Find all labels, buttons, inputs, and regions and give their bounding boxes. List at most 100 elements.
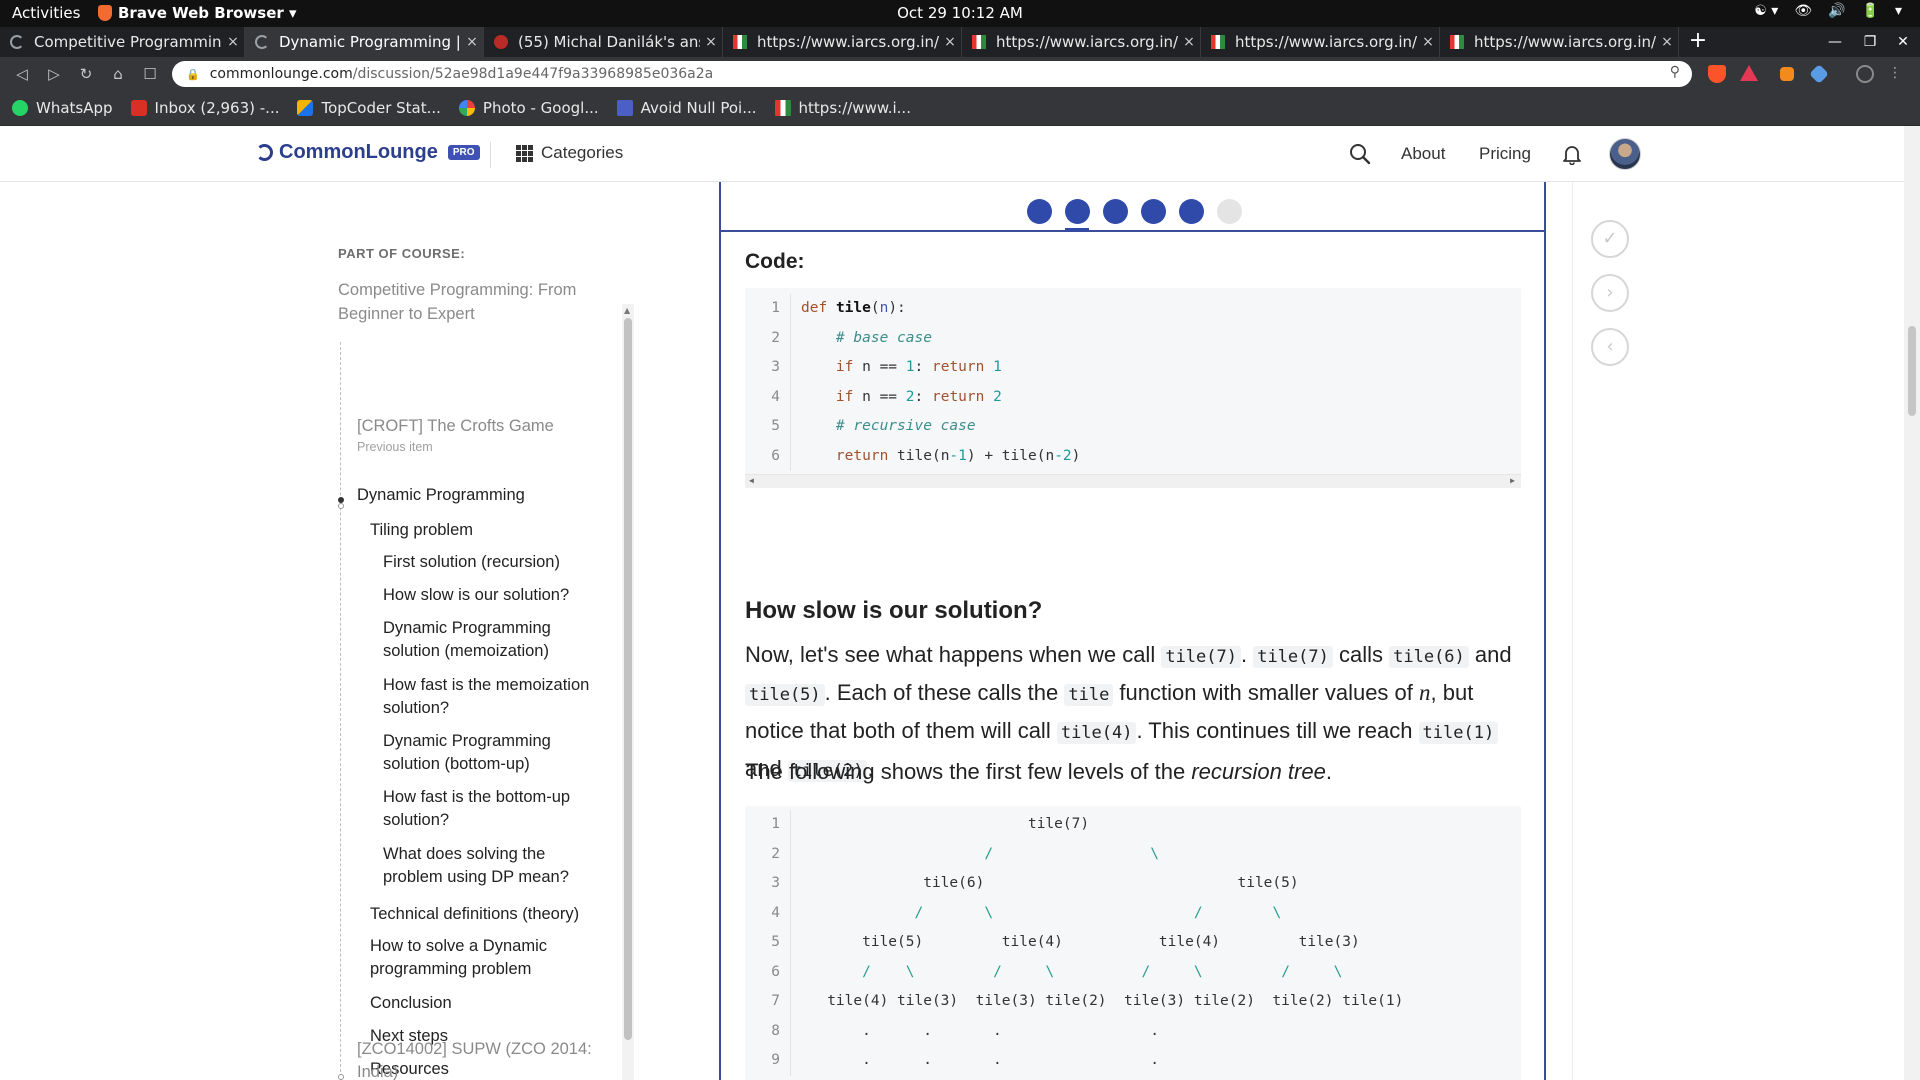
current-step-indicator xyxy=(1065,228,1089,231)
close-tab-icon[interactable]: × xyxy=(1417,34,1439,50)
volume-icon[interactable]: 🔊 xyxy=(1828,3,1845,19)
code-block: 1 def tile(n): 2 # base case 3 if n == 1… xyxy=(745,288,1521,488)
profile-icon[interactable] xyxy=(1856,65,1874,83)
back-icon[interactable]: ◁ xyxy=(10,63,34,85)
text-run: . This continues till we reach xyxy=(1136,718,1419,743)
close-tab-icon[interactable]: × xyxy=(461,34,483,50)
sidebar-scroll-thumb[interactable] xyxy=(624,318,632,1040)
home-icon[interactable]: ⌂ xyxy=(106,63,130,85)
page-scroll-thumb[interactable] xyxy=(1908,326,1916,416)
battery-icon[interactable]: 🔋 xyxy=(1862,3,1879,19)
tab-iarcs-1[interactable]: https://www.iarcs.org.in/i × xyxy=(723,27,962,57)
tab-iarcs-3[interactable]: https://www.iarcs.org.in/i × xyxy=(1201,27,1440,57)
next-item-button[interactable]: › xyxy=(1591,274,1629,312)
sidebar-section-bottom-up-speed[interactable]: How fast is the bottom-up solution? xyxy=(383,786,603,832)
bookmark-topcoder[interactable]: TopCoder Stat... xyxy=(297,99,441,117)
restore-button[interactable]: ❐ xyxy=(1855,27,1885,57)
extension-icon[interactable] xyxy=(1780,67,1794,81)
close-tab-icon[interactable]: × xyxy=(939,34,961,50)
sidebar-section-tiling-problem[interactable]: Tiling problem xyxy=(370,519,610,542)
sidebar-scrollbar[interactable]: ▲ xyxy=(622,304,634,1080)
eye-indicator-icon[interactable]: 👁 xyxy=(1794,3,1812,19)
scroll-right-icon[interactable]: ▶ xyxy=(1510,476,1515,485)
system-tray[interactable]: ☯ ▾ 👁 🔊 🔋 ▾ xyxy=(1754,3,1902,19)
tab-competitive-programming[interactable]: Competitive Programming × xyxy=(0,27,245,57)
sidebar-section-memoization-speed[interactable]: How fast is the memoization solution? xyxy=(383,674,603,720)
line-number: 1 xyxy=(745,810,791,840)
bookmark-iarcs[interactable]: https://www.i... xyxy=(774,99,911,117)
bookmark-page-icon[interactable]: ☐ xyxy=(138,63,162,85)
close-window-button[interactable]: ✕ xyxy=(1888,27,1918,57)
forward-icon[interactable]: ▷ xyxy=(42,63,66,85)
progress-step-6[interactable] xyxy=(1217,199,1242,224)
sidebar-section-conclusion[interactable]: Conclusion xyxy=(370,992,610,1015)
minimize-button[interactable]: — xyxy=(1820,27,1850,57)
close-tab-icon[interactable]: × xyxy=(222,34,244,50)
sidebar-next-item[interactable]: [ZCO14002] SUPW (ZCO 2014: India) xyxy=(357,1038,607,1080)
brave-lion-icon xyxy=(98,5,112,21)
page-viewport: CommonLounge PRO Categories About Pricin… xyxy=(0,126,1920,1080)
scroll-left-icon[interactable]: ◀ xyxy=(749,476,754,485)
pricing-link[interactable]: Pricing xyxy=(1479,144,1531,164)
sidebar-section-how-to-solve[interactable]: How to solve a Dynamic programming probl… xyxy=(370,935,580,981)
address-bar[interactable]: 🔒 commonlounge.com/discussion/52ae98d1a9… xyxy=(172,61,1692,87)
sidebar-section-bottom-up[interactable]: Dynamic Programming solution (bottom-up) xyxy=(383,730,583,776)
progress-step-1[interactable] xyxy=(1027,199,1052,224)
tab-dynamic-programming[interactable]: Dynamic Programming | Co × xyxy=(245,27,484,57)
page-scrollbar[interactable] xyxy=(1904,126,1920,1080)
pro-badge: PRO xyxy=(447,145,480,160)
bookmark-gmail-inbox[interactable]: Inbox (2,963) -... xyxy=(130,99,279,117)
mark-complete-button[interactable]: ✓ xyxy=(1591,220,1629,258)
brave-rewards-icon[interactable] xyxy=(1740,65,1758,81)
bookmark-avoid-null[interactable]: Avoid Null Poi... xyxy=(616,99,757,117)
zoom-icon[interactable]: ⚲ xyxy=(1670,64,1680,80)
new-tab-button[interactable]: + xyxy=(1684,27,1712,57)
sidebar-previous-item[interactable]: [CROFT] The Crofts Game xyxy=(357,415,597,438)
app-menu[interactable]: Brave Web Browser ▾ xyxy=(98,4,297,22)
browser-tab-strip: Competitive Programming × Dynamic Progra… xyxy=(0,27,1920,57)
inline-code: tile(6) xyxy=(1389,646,1469,668)
about-link[interactable]: About xyxy=(1401,144,1445,164)
search-icon[interactable] xyxy=(1349,143,1371,165)
line-number: 9 xyxy=(745,1046,791,1076)
text-run: Now, let's see what happens when we call xyxy=(745,642,1162,667)
progress-step-5[interactable] xyxy=(1179,199,1204,224)
sidebar-section-memoization[interactable]: Dynamic Programming solution (memoizatio… xyxy=(383,617,583,663)
tab-iarcs-4[interactable]: https://www.iarcs.org.in/i × xyxy=(1440,27,1679,57)
reload-icon[interactable]: ↻ xyxy=(74,63,98,85)
code-horizontal-scrollbar[interactable]: ◀ ▶ xyxy=(745,474,1521,488)
commonlounge-logo[interactable]: CommonLounge PRO xyxy=(256,141,480,164)
sidebar-section-dp-meaning[interactable]: What does solving the problem using DP m… xyxy=(383,843,593,889)
sidebar-section-how-slow[interactable]: How slow is our solution? xyxy=(383,584,623,607)
sidebar-section-first-solution[interactable]: First solution (recursion) xyxy=(383,551,623,574)
previous-item-button[interactable]: ‹ xyxy=(1591,328,1629,366)
categories-menu[interactable]: Categories xyxy=(516,143,623,163)
code-line: if n == 2: return 2 xyxy=(835,388,1002,405)
close-tab-icon[interactable]: × xyxy=(1178,34,1200,50)
indicator-menu-icon[interactable]: ☯ ▾ xyxy=(1754,3,1778,19)
progress-step-4[interactable] xyxy=(1141,199,1166,224)
clock[interactable]: Oct 29 10:12 AM xyxy=(897,4,1023,22)
user-avatar[interactable] xyxy=(1609,138,1641,170)
lock-icon[interactable]: 🔒 xyxy=(186,68,200,81)
system-menu-chevron-icon[interactable]: ▾ xyxy=(1895,3,1902,19)
pen-extension-icon[interactable] xyxy=(1809,64,1829,84)
tab-quora-answer[interactable]: (55) Michal Danilák's answ × xyxy=(484,27,723,57)
tab-iarcs-2[interactable]: https://www.iarcs.org.in/i × xyxy=(962,27,1201,57)
sidebar-section-technical-definitions[interactable]: Technical definitions (theory) xyxy=(370,903,610,926)
activities-button[interactable]: Activities xyxy=(12,4,80,22)
bell-icon[interactable] xyxy=(1561,143,1583,165)
bookmark-google-photos[interactable]: Photo - Googl... xyxy=(458,99,599,117)
url-domain: commonlounge.com xyxy=(209,66,353,82)
close-tab-icon[interactable]: × xyxy=(700,34,722,50)
brave-shields-icon[interactable] xyxy=(1708,65,1726,83)
progress-step-2[interactable] xyxy=(1065,199,1090,224)
course-title-link[interactable]: Competitive Programming: From Beginner t… xyxy=(338,278,608,326)
tab-title: https://www.iarcs.org.in/i xyxy=(996,33,1178,51)
sidebar-current-item[interactable]: Dynamic Programming xyxy=(357,484,597,507)
progress-step-3[interactable] xyxy=(1103,199,1128,224)
close-tab-icon[interactable]: × xyxy=(1656,34,1678,50)
bookmark-whatsapp[interactable]: WhatsApp xyxy=(12,99,113,117)
browser-menu-icon[interactable]: ⋮ xyxy=(1888,65,1902,83)
scroll-up-icon[interactable]: ▲ xyxy=(624,306,630,315)
